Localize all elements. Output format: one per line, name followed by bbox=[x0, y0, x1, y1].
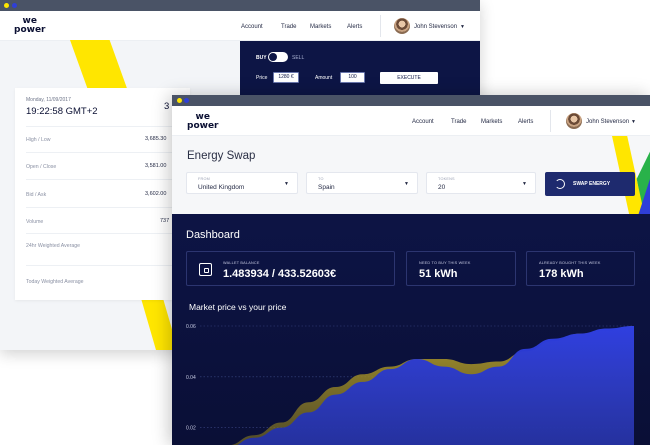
nav-account[interactable]: Account bbox=[412, 119, 434, 125]
stats-label-today-avg: Today Weighted Average bbox=[26, 279, 84, 285]
stats-label-high-low: High / Low bbox=[26, 137, 51, 143]
to-caption: TO bbox=[318, 177, 324, 181]
buy-label: BUY bbox=[256, 55, 267, 61]
logo-power: power bbox=[187, 121, 219, 131]
window-blue-dot[interactable] bbox=[12, 3, 17, 8]
stats-divider bbox=[26, 152, 190, 153]
amount-input[interactable]: 100 bbox=[340, 72, 365, 83]
sell-label: SELL bbox=[292, 55, 305, 61]
amount-label: Amount bbox=[315, 75, 333, 81]
chart-title: Market price vs your price bbox=[189, 302, 287, 312]
chart-series-your-area bbox=[237, 326, 634, 445]
wallet-icon bbox=[199, 263, 212, 276]
stats-divider bbox=[26, 179, 190, 180]
from-value: United Kingdom bbox=[198, 184, 245, 191]
wallet-balance-card: WALLET BALANCE 1.483934 / 433.52603€ bbox=[186, 251, 395, 286]
window-yellow-dot[interactable] bbox=[4, 3, 9, 8]
wepower-logo[interactable]: we power bbox=[187, 113, 218, 131]
stats-label-open-close: Open / Close bbox=[26, 164, 57, 170]
chevron-down-icon: ▼ bbox=[522, 181, 527, 187]
swap-energy-label: SWAP ENERGY bbox=[573, 181, 611, 187]
user-name[interactable]: John Stevenson bbox=[586, 119, 629, 125]
nav-trade[interactable]: Trade bbox=[451, 119, 466, 125]
price-label: Price bbox=[256, 75, 268, 81]
nav-alerts[interactable]: Alerts bbox=[347, 24, 362, 30]
stats-value-bid-ask: 3,602.00 bbox=[145, 191, 167, 197]
window-titlebar bbox=[0, 0, 480, 11]
wallet-value: 1.483934 / 433.52603€ bbox=[223, 268, 337, 280]
chart-y-tick-label: 0.06 bbox=[186, 324, 196, 330]
top-navbar: we power Account Trade Markets Alerts Jo… bbox=[172, 106, 650, 136]
stats-divider bbox=[26, 207, 190, 208]
stats-time: 19:22:58 GMT+2 bbox=[26, 106, 98, 117]
already-bought-card: ALREADY BOUGHT THIS WEEK 178 kWh bbox=[526, 251, 635, 286]
need-value: 51 kWh bbox=[419, 268, 458, 280]
chevron-down-icon: ▼ bbox=[404, 181, 409, 187]
user-menu-caret-icon[interactable]: ▼ bbox=[460, 24, 465, 30]
user-name[interactable]: John Stevenson bbox=[414, 24, 457, 30]
bought-value: 178 kWh bbox=[539, 268, 584, 280]
price-area-chart: 0.06 0.04 0.02 bbox=[186, 324, 634, 445]
from-select[interactable]: FROM United Kingdom ▼ bbox=[186, 172, 298, 194]
user-menu-caret-icon[interactable]: ▼ bbox=[631, 119, 636, 125]
tokens-select[interactable]: TOKENS 20 ▼ bbox=[426, 172, 536, 194]
window-blue-dot[interactable] bbox=[184, 98, 189, 103]
wepower-logo[interactable]: we power bbox=[14, 17, 45, 35]
stats-label-bid-ask: Bid / Ask bbox=[26, 192, 47, 198]
stats-label-volume: Volume bbox=[26, 219, 44, 225]
dashboard-panel: Dashboard WALLET BALANCE 1.483934 / 433.… bbox=[172, 214, 650, 445]
swap-energy-button[interactable]: SWAP ENERGY bbox=[545, 172, 635, 196]
chevron-down-icon: ▼ bbox=[284, 181, 289, 187]
window-yellow-dot[interactable] bbox=[177, 98, 182, 103]
chart-y-tick-label: 0.04 bbox=[186, 375, 196, 381]
top-navbar: we power Account Trade Markets Alerts Jo… bbox=[0, 11, 480, 41]
nav-divider bbox=[380, 15, 381, 37]
need-caption: NEED TO BUY THIS WEEK bbox=[419, 261, 471, 265]
stats-divider bbox=[26, 233, 190, 234]
to-select[interactable]: TO Spain ▼ bbox=[306, 172, 418, 194]
logo-power: power bbox=[14, 25, 46, 35]
market-stats-card: Monday, 11/09/2017 19:22:58 GMT+2 3 High… bbox=[15, 88, 190, 300]
stats-value-open-close: 3,581.00 bbox=[145, 163, 167, 169]
window-titlebar bbox=[172, 95, 650, 106]
nav-alerts[interactable]: Alerts bbox=[518, 119, 533, 125]
stats-date: Monday, 11/09/2017 bbox=[26, 97, 71, 103]
wallet-caption: WALLET BALANCE bbox=[223, 261, 260, 265]
stats-divider bbox=[26, 265, 190, 266]
nav-account[interactable]: Account bbox=[241, 24, 263, 30]
dashboard-title: Dashboard bbox=[186, 229, 240, 241]
nav-markets[interactable]: Markets bbox=[310, 24, 331, 30]
tokens-value: 20 bbox=[438, 184, 446, 191]
energy-swap-window: we power Account Trade Markets Alerts Jo… bbox=[172, 95, 650, 445]
stats-divider bbox=[26, 126, 190, 127]
page-title: Energy Swap bbox=[187, 150, 256, 162]
from-caption: FROM bbox=[198, 177, 210, 181]
price-input[interactable]: 1280 € bbox=[273, 72, 299, 83]
stats-label-24hr-avg: 24hr Weighted Average bbox=[26, 243, 81, 249]
avatar[interactable] bbox=[394, 18, 410, 34]
stats-time-right: 3 bbox=[164, 101, 170, 112]
avatar[interactable] bbox=[566, 113, 582, 129]
chart-y-tick-label: 0.02 bbox=[186, 426, 196, 432]
tokens-caption: TOKENS bbox=[438, 177, 455, 181]
buy-sell-toggle[interactable] bbox=[268, 52, 288, 62]
stats-value-high-low: 3,685.30 bbox=[145, 136, 167, 142]
nav-markets[interactable]: Markets bbox=[481, 119, 502, 125]
nav-divider bbox=[550, 110, 551, 132]
stats-value-volume: 737 bbox=[160, 218, 170, 224]
to-value: Spain bbox=[318, 184, 335, 191]
refresh-icon bbox=[555, 179, 565, 189]
bought-caption: ALREADY BOUGHT THIS WEEK bbox=[539, 261, 601, 265]
screenshot-stage: we power Account Trade Markets Alerts Jo… bbox=[0, 0, 650, 445]
trade-order-panel: BUY SELL Price 1280 € Amount 100 EXECUTE bbox=[240, 41, 480, 99]
execute-button[interactable]: EXECUTE bbox=[380, 72, 438, 84]
need-to-buy-card: NEED TO BUY THIS WEEK 51 kWh bbox=[406, 251, 516, 286]
nav-trade[interactable]: Trade bbox=[281, 24, 296, 30]
